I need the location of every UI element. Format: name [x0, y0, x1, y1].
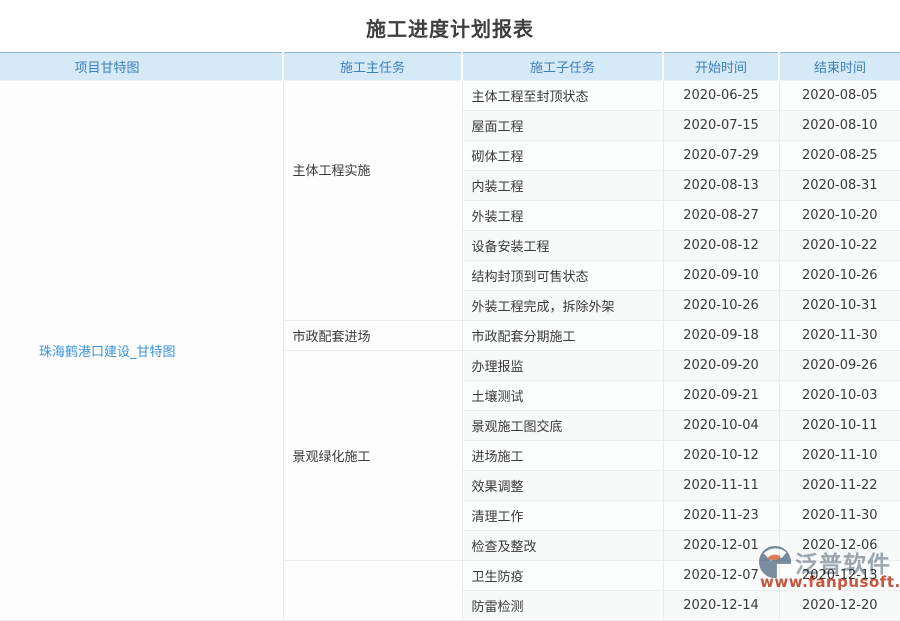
main-task-cell: 景观绿化施工	[283, 351, 462, 561]
end-date-cell: 2020-10-31	[779, 291, 900, 321]
end-date-cell: 2020-10-26	[779, 261, 900, 291]
gantt-link[interactable]: 珠海鹤港口建设_甘特图	[39, 345, 176, 360]
start-date-cell: 2020-09-18	[663, 321, 779, 351]
start-date-cell: 2020-10-04	[663, 411, 779, 441]
header-sub-task: 施工子任务	[462, 53, 663, 81]
start-date-cell: 2020-09-21	[663, 381, 779, 411]
subtask-cell: 屋面工程	[462, 111, 663, 141]
subtask-cell: 外装工程完成，拆除外架	[462, 291, 663, 321]
start-date-cell: 2020-12-01	[663, 531, 779, 561]
end-date-cell: 2020-10-20	[779, 201, 900, 231]
end-date-cell: 2020-12-06	[779, 531, 900, 561]
header-start-time: 开始时间	[663, 53, 779, 81]
end-date-cell: 2020-12-20	[779, 591, 900, 621]
start-date-cell: 2020-11-23	[663, 501, 779, 531]
subtask-cell: 砌体工程	[462, 141, 663, 171]
header-end-time: 结束时间	[779, 53, 900, 81]
start-date-cell: 2020-08-13	[663, 171, 779, 201]
end-date-cell: 2020-08-05	[779, 81, 900, 111]
gantt-chart-cell: 珠海鹤港口建设_甘特图	[0, 81, 283, 621]
subtask-cell: 外装工程	[462, 201, 663, 231]
end-date-cell: 2020-08-31	[779, 171, 900, 201]
subtask-cell: 卫生防疫	[462, 561, 663, 591]
end-date-cell: 2020-12-13	[779, 561, 900, 591]
end-date-cell: 2020-08-10	[779, 111, 900, 141]
subtask-cell: 检查及整改	[462, 531, 663, 561]
end-date-cell: 2020-09-26	[779, 351, 900, 381]
start-date-cell: 2020-12-14	[663, 591, 779, 621]
start-date-cell: 2020-06-25	[663, 81, 779, 111]
end-date-cell: 2020-11-10	[779, 441, 900, 471]
subtask-cell: 主体工程至封顶状态	[462, 81, 663, 111]
start-date-cell: 2020-11-11	[663, 471, 779, 501]
report-table: 项目甘特图 施工主任务 施工子任务 开始时间 结束时间 珠海鹤港口建设_甘特图 …	[0, 52, 900, 621]
start-date-cell: 2020-07-29	[663, 141, 779, 171]
start-date-cell: 2020-08-12	[663, 231, 779, 261]
subtask-cell: 结构封顶到可售状态	[462, 261, 663, 291]
main-task-cell: 主体工程实施	[283, 81, 462, 321]
end-date-cell: 2020-11-30	[779, 321, 900, 351]
page-title: 施工进度计划报表	[0, 13, 900, 42]
header-main-task: 施工主任务	[283, 53, 462, 81]
end-date-cell: 2020-11-22	[779, 471, 900, 501]
subtask-cell: 办理报监	[462, 351, 663, 381]
end-date-cell: 2020-10-11	[779, 411, 900, 441]
start-date-cell: 2020-09-10	[663, 261, 779, 291]
subtask-cell: 效果调整	[462, 471, 663, 501]
end-date-cell: 2020-10-22	[779, 231, 900, 261]
subtask-cell: 土壤测试	[462, 381, 663, 411]
main-task-cell	[283, 561, 462, 621]
subtask-cell: 清理工作	[462, 501, 663, 531]
end-date-cell: 2020-08-25	[779, 141, 900, 171]
end-date-cell: 2020-10-03	[779, 381, 900, 411]
end-date-cell: 2020-11-30	[779, 501, 900, 531]
start-date-cell: 2020-08-27	[663, 201, 779, 231]
header-project-gantt: 项目甘特图	[0, 53, 283, 81]
table-row: 珠海鹤港口建设_甘特图 主体工程实施 主体工程至封顶状态 2020-06-25 …	[0, 81, 900, 111]
subtask-cell: 进场施工	[462, 441, 663, 471]
header-row: 项目甘特图 施工主任务 施工子任务 开始时间 结束时间	[0, 53, 900, 81]
subtask-cell: 防雷检测	[462, 591, 663, 621]
start-date-cell: 2020-10-26	[663, 291, 779, 321]
subtask-cell: 设备安装工程	[462, 231, 663, 261]
main-task-cell: 市政配套进场	[283, 321, 462, 351]
start-date-cell: 2020-07-15	[663, 111, 779, 141]
start-date-cell: 2020-10-12	[663, 441, 779, 471]
start-date-cell: 2020-09-20	[663, 351, 779, 381]
start-date-cell: 2020-12-07	[663, 561, 779, 591]
subtask-cell: 市政配套分期施工	[462, 321, 663, 351]
subtask-cell: 景观施工图交底	[462, 411, 663, 441]
subtask-cell: 内装工程	[462, 171, 663, 201]
